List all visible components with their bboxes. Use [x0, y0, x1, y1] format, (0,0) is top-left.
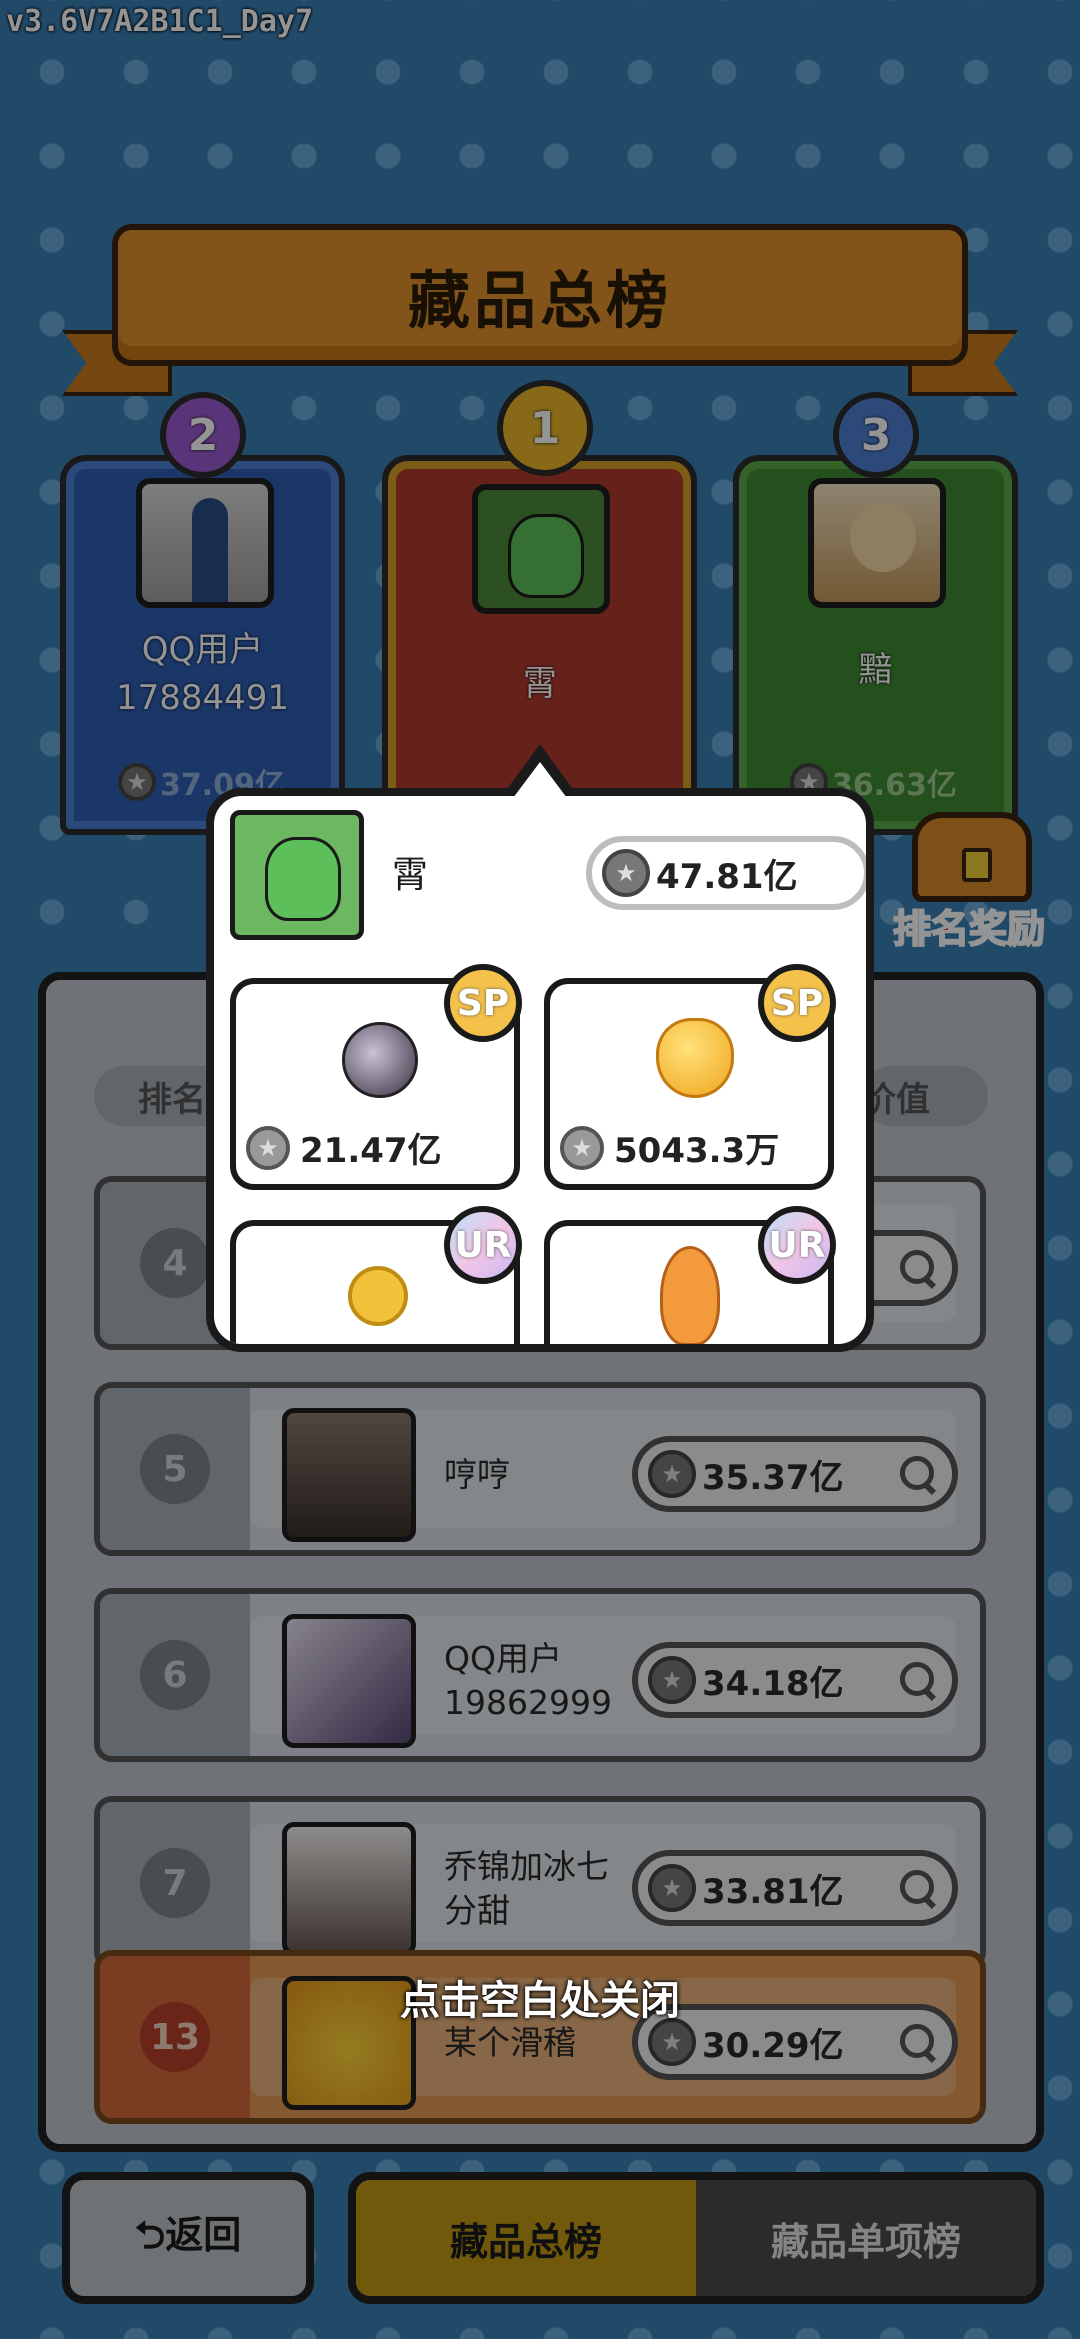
coin-icon: ★: [602, 849, 650, 897]
player-collection-popup[interactable]: 霄 ★ 47.81亿 SP ★ 21.47亿 SP ★ 5043.3万 UR UR: [206, 788, 874, 1352]
item-value: ★ 5043.3万: [560, 1123, 779, 1172]
tier-badge: SP: [444, 964, 522, 1042]
collection-item[interactable]: UR: [230, 1206, 522, 1344]
tier-badge: SP: [758, 964, 836, 1042]
popup-total-value: ★ 47.81亿: [586, 836, 866, 910]
tier-badge: UR: [444, 1206, 522, 1284]
tier-badge: UR: [758, 1206, 836, 1284]
orb-icon: [342, 1022, 418, 1098]
coin-icon: ★: [560, 1125, 604, 1170]
medal-icon: [348, 1266, 408, 1326]
collection-item[interactable]: SP ★ 21.47亿: [230, 964, 522, 1190]
collection-item[interactable]: SP ★ 5043.3万: [544, 964, 836, 1190]
popup-player-name: 霄: [392, 855, 429, 896]
koi-fish-icon: [660, 1246, 720, 1344]
close-hint: 点击空白处关闭: [400, 1978, 680, 2024]
collection-item[interactable]: UR: [544, 1206, 836, 1344]
item-value: ★ 21.47亿: [246, 1123, 442, 1172]
coin-icon: ★: [246, 1125, 290, 1170]
golden-apple-icon: [656, 1018, 734, 1098]
popup-avatar: [230, 810, 364, 940]
